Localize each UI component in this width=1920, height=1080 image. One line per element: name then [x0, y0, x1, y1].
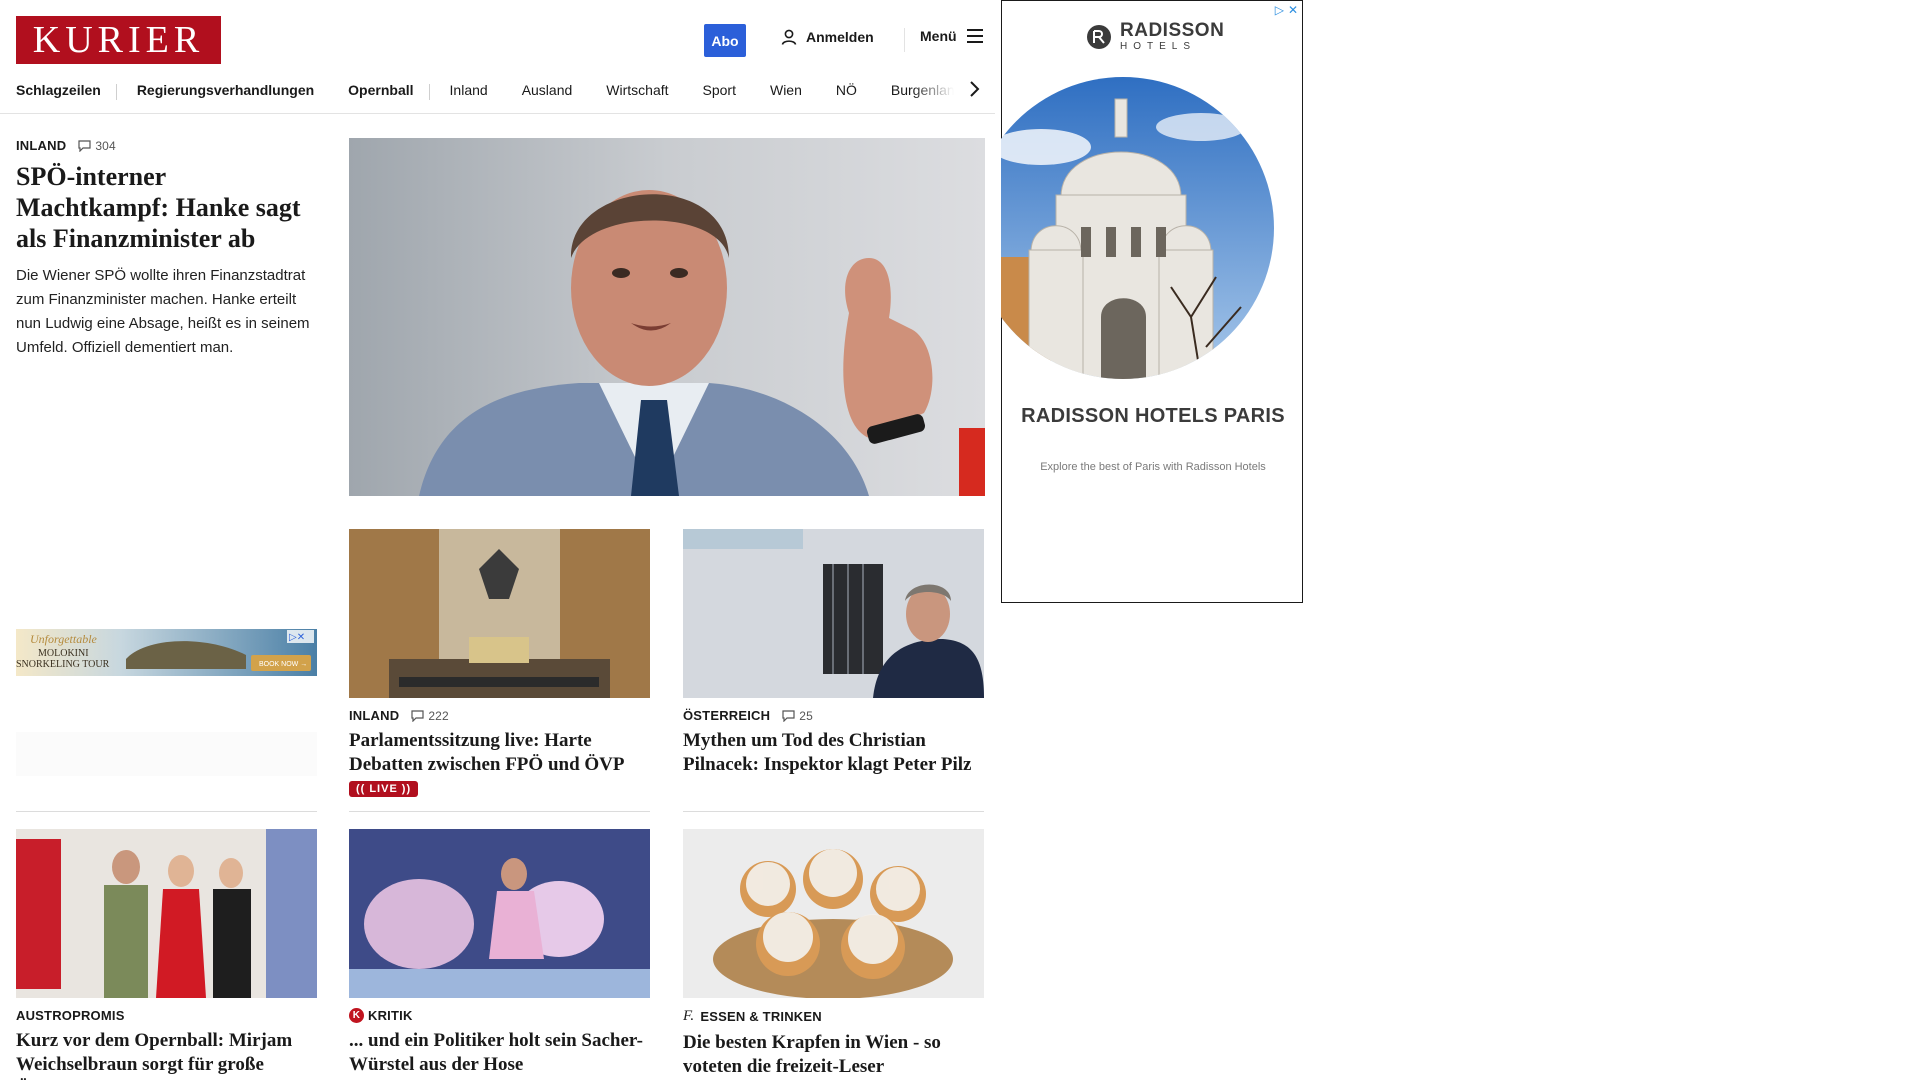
nav-item-noe[interactable]: NÖ	[836, 82, 857, 98]
page: KURIER Abo Anmelden Menü Schlagzeilen Re…	[0, 0, 1920, 1080]
card-pilnacek-meta: ÖSTERREICH 25	[683, 708, 984, 723]
card-kritik-headline[interactable]: ... und ein Politiker holt sein Sacher-W…	[349, 1029, 650, 1077]
card-pilnacek-image[interactable]	[683, 529, 984, 698]
radisson-brand-sub: HOTELS	[1120, 41, 1197, 52]
hamburger-icon	[966, 29, 983, 43]
nav-item-opernball[interactable]: Opernball	[348, 82, 430, 100]
ad-cta[interactable]: BOOK NOW →	[259, 661, 307, 668]
row-divider	[16, 811, 317, 812]
ad-line2: SNORKELING TOUR	[16, 659, 110, 670]
lead-comment-count: 304	[95, 138, 116, 153]
comment-icon	[782, 709, 795, 722]
ad-choices[interactable]: ▷ ✕	[1275, 3, 1298, 17]
nav-item-ausland[interactable]: Ausland	[522, 82, 573, 98]
chevron-right-icon[interactable]	[966, 80, 982, 98]
card-pilnacek-headline[interactable]: Mythen um Tod des Christian Pilnacek: In…	[683, 729, 984, 777]
header-divider	[904, 28, 905, 52]
nav-fade	[912, 76, 972, 104]
radisson-headline[interactable]: RADISSON HOTELS PARIS	[1002, 405, 1304, 427]
card-parlament-comments[interactable]: 222	[411, 709, 449, 723]
card-weichselbraun-category[interactable]: AUSTROPROMIS	[16, 1008, 125, 1023]
adchoices-icon[interactable]: ▷	[1275, 3, 1284, 17]
menu-button[interactable]: Menü	[920, 28, 983, 44]
card-pilnacek[interactable]: ÖSTERREICH 25 Mythen um Tod des Christia…	[683, 529, 984, 777]
freizeit-f-icon: f.	[683, 1008, 695, 1024]
menu-label: Menü	[920, 28, 957, 44]
kritik-k-icon: K	[349, 1008, 364, 1023]
card-weichselbraun-headline[interactable]: Kurz vor dem Opernball: Mirjam Weichselb…	[16, 1029, 317, 1080]
card-weichselbraun-image[interactable]	[16, 829, 317, 998]
user-icon	[781, 29, 797, 45]
card-krapfen-category[interactable]: ESSEN & TRINKEN	[700, 1009, 821, 1024]
nav-item-schlagzeilen[interactable]: Schlagzeilen	[16, 82, 117, 100]
site-header: KURIER Abo Anmelden Menü Schlagzeilen Re…	[0, 0, 995, 114]
lead-teaser: Die Wiener SPÖ wollte ihren Finanzstadtr…	[16, 267, 310, 356]
nav-item-wien[interactable]: Wien	[770, 82, 802, 98]
card-kritik[interactable]: K KRITIK ... und ein Politiker holt sein…	[349, 829, 650, 1077]
abo-button[interactable]: Abo	[704, 24, 746, 57]
card-kritik-meta: K KRITIK	[349, 1008, 650, 1023]
radisson-logo-icon	[1087, 24, 1111, 49]
live-signal-icon-right: ))	[401, 783, 412, 795]
card-pilnacek-comments[interactable]: 25	[782, 709, 813, 723]
ad-close-icon[interactable]: ▷✕	[289, 632, 305, 643]
card-krapfen-headline[interactable]: Die besten Krapfen in Wien - so voteten …	[683, 1031, 984, 1079]
card-parlament-image[interactable]	[349, 529, 650, 698]
card-parlament-category[interactable]: INLAND	[349, 708, 399, 723]
nav-item-regierungsverhandlungen[interactable]: Regierungsverhandlungen	[137, 82, 314, 98]
login-label: Anmelden	[806, 29, 874, 45]
lead-article[interactable]: INLAND 304 SPÖ-interner Machtkampf: Hank…	[16, 138, 316, 360]
nav-item-inland[interactable]: Inland	[450, 82, 488, 98]
sacre-coeur-photo	[1001, 77, 1274, 379]
ad-placeholder	[16, 732, 317, 776]
card-weichselbraun[interactable]: AUSTROPROMIS Kurz vor dem Opernball: Mir…	[16, 829, 317, 1080]
radisson-ad[interactable]: ▷ ✕ RADISSON HOTELS RADISSON HOTELS PARI…	[1001, 0, 1303, 603]
ad-line1: MOLOKINI	[38, 648, 89, 659]
card-weichselbraun-meta: AUSTROPROMIS	[16, 1008, 317, 1023]
radisson-tagline: Explore the best of Paris with Radisson …	[1040, 461, 1266, 473]
card-kritik-category[interactable]: KRITIK	[368, 1008, 413, 1023]
lead-meta: INLAND 304	[16, 138, 316, 153]
kurier-logo[interactable]: KURIER	[16, 16, 221, 64]
row-divider	[349, 811, 650, 812]
card-pilnacek-category[interactable]: ÖSTERREICH	[683, 708, 770, 723]
card-pilnacek-comment-count: 25	[799, 708, 813, 723]
card-kritik-image[interactable]	[349, 829, 650, 998]
comment-icon	[78, 139, 91, 152]
ad-script-text: Unforgettable	[30, 632, 97, 646]
live-signal-icon: ((	[356, 783, 366, 795]
comment-icon	[411, 709, 424, 722]
login-button[interactable]: Anmelden	[780, 28, 874, 46]
card-krapfen-image[interactable]	[683, 829, 984, 998]
ad-close-icon[interactable]: ✕	[1288, 3, 1298, 17]
live-badge: (( LIVE ))	[349, 781, 419, 797]
section-nav: Schlagzeilen Regierungsverhandlungen Ope…	[16, 78, 988, 102]
card-parlament-headline[interactable]: Parlamentssitzung live: Harte Debatten z…	[349, 729, 650, 777]
lead-category[interactable]: INLAND	[16, 138, 66, 153]
lead-image[interactable]	[349, 138, 985, 496]
card-parlament[interactable]: INLAND 222 Parlamentssitzung live: Harte…	[349, 529, 650, 797]
card-krapfen-meta: f. ESSEN & TRINKEN	[683, 1008, 984, 1025]
radisson-brand-name: RADISSON	[1120, 20, 1225, 41]
card-parlament-meta: INLAND 222	[349, 708, 650, 723]
nav-item-wirtschaft[interactable]: Wirtschaft	[606, 82, 668, 98]
nav-item-sport[interactable]: Sport	[703, 82, 736, 98]
lead-comments[interactable]: 304	[78, 139, 116, 153]
card-parlament-comment-count: 222	[428, 708, 449, 723]
card-krapfen[interactable]: f. ESSEN & TRINKEN Die besten Krapfen in…	[683, 829, 984, 1079]
row-divider	[683, 811, 984, 812]
live-label: LIVE	[369, 783, 398, 795]
lead-headline[interactable]: SPÖ-interner Machtkampf: Hanke sagt als …	[16, 161, 316, 254]
radisson-brand: RADISSON HOTELS	[1086, 21, 1224, 52]
